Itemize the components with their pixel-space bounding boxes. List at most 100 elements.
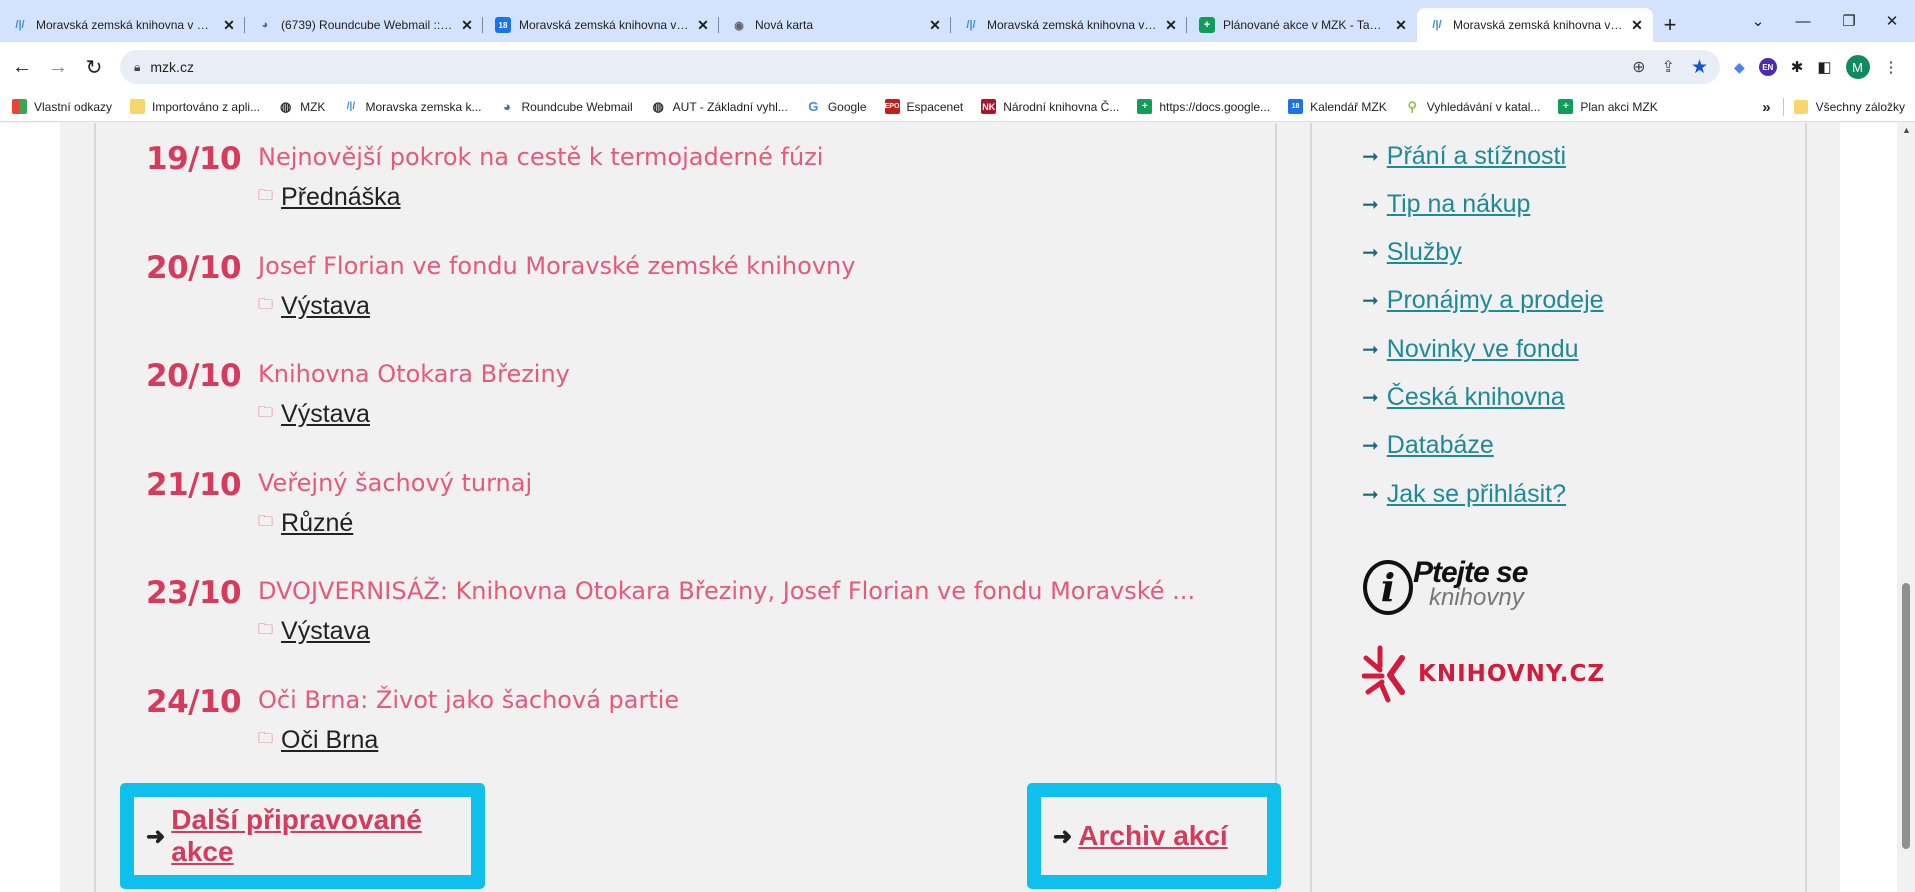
scrollbar-thumb[interactable]: [1902, 583, 1910, 849]
category-link[interactable]: Výstava: [281, 617, 370, 646]
reload-icon[interactable]: ↻: [80, 53, 108, 81]
category-link[interactable]: Oči Brna: [281, 726, 378, 755]
close-window-icon[interactable]: ✕: [1869, 0, 1915, 42]
bookmark-item[interactable]: ◕ Roundcube Webmail: [499, 99, 633, 114]
bookmark-item[interactable]: EPO Espacenet: [884, 99, 963, 114]
more-events-link[interactable]: Další připravované akce: [171, 804, 471, 868]
menu-kebab-icon[interactable]: ⋮: [1884, 58, 1899, 76]
sidebar-link[interactable]: ➞ Česká knihovna: [1362, 383, 1565, 412]
event-title[interactable]: Nejnovější pokrok na cestě k termojadern…: [258, 143, 823, 171]
event-title[interactable]: Josef Florian ve fondu Moravské zemské k…: [258, 252, 855, 280]
more-events-button[interactable]: ➜ Další připravované akce: [120, 783, 485, 889]
bookmark-label: Google: [827, 99, 867, 114]
scroll-up-icon[interactable]: ▲: [1902, 125, 1911, 135]
sidebar-link-label[interactable]: Česká knihovna: [1387, 383, 1565, 412]
close-tab-icon[interactable]: ✕: [1629, 17, 1645, 34]
sidebar-link[interactable]: ➞ Tip na nákup: [1362, 190, 1530, 219]
browser-tab[interactable]: 18 Moravská zemská knihovna v Brně ✕: [483, 8, 719, 42]
mzk-logo-icon: /|/: [966, 19, 976, 31]
category-link[interactable]: Přednáška: [281, 183, 401, 212]
all-bookmarks-button[interactable]: Všechny záložky: [1816, 100, 1905, 114]
profile-avatar[interactable]: M: [1845, 55, 1870, 79]
sidebar-link[interactable]: ➞ Databáze: [1362, 431, 1494, 460]
translate-extension-icon[interactable]: EN: [1758, 58, 1777, 76]
event-date: 20/10: [146, 358, 242, 394]
sheets-icon: +: [1199, 17, 1215, 33]
close-tab-icon[interactable]: ✕: [221, 17, 237, 34]
sidebar-link-label[interactable]: Novinky ve fondu: [1387, 335, 1579, 364]
bookmark-label: https://docs.google...: [1159, 99, 1271, 114]
bookmark-star-icon[interactable]: ★: [1691, 56, 1708, 79]
side-panel-icon[interactable]: ◧: [1817, 58, 1831, 76]
bookmark-item[interactable]: ◍ AUT - Základní vyhl...: [651, 99, 788, 114]
bookmark-folder[interactable]: Importováno z apli...: [130, 99, 260, 114]
category-link[interactable]: Výstava: [281, 400, 370, 429]
bookmark-label: AUT - Základní vyhl...: [672, 99, 788, 114]
ptejte-se-knihovny-logo[interactable]: i Ptejte se knihovny: [1363, 556, 1553, 621]
minimize-icon[interactable]: —: [1780, 0, 1826, 42]
tab-search-icon[interactable]: ⌄: [1735, 0, 1781, 42]
bookmark-label: Vyhledávání v katal...: [1426, 99, 1541, 114]
address-bar[interactable]: 🔒︎ mzk.cz ⊕ ⇪ ★: [120, 50, 1720, 84]
more-bookmarks-button[interactable]: »: [1762, 99, 1770, 116]
event-title[interactable]: Oči Brna: Život jako šachová partie: [258, 686, 679, 714]
tab-title: Moravská zemská knihovna v Brně: [1453, 18, 1623, 32]
sidebar-link[interactable]: ➞ Novinky ve fondu: [1362, 335, 1579, 364]
bookmark-item[interactable]: ⚲ Vyhledávání v katal...: [1405, 99, 1541, 114]
sidebar-link-label[interactable]: Jak se přihlásit?: [1387, 480, 1566, 509]
sidebar-link-label[interactable]: Tip na nákup: [1387, 190, 1531, 219]
share-icon[interactable]: ⇪: [1662, 57, 1675, 77]
bookmark-item[interactable]: G Google: [806, 99, 867, 114]
search-leaf-icon: ⚲: [1407, 98, 1418, 114]
browser-tab[interactable]: ◕ (6739) Roundcube Webmail :: Příchozí ✕: [245, 8, 483, 42]
browser-tab[interactable]: ◉ Nová karta ✕: [719, 8, 951, 42]
category-link[interactable]: Výstava: [281, 292, 370, 321]
close-tab-icon[interactable]: ✕: [1163, 17, 1179, 34]
sidebar-link[interactable]: ➞ Pronájmy a prodeje: [1362, 286, 1604, 315]
bookmark-item[interactable]: + https://docs.google...: [1137, 99, 1270, 114]
new-tab-button[interactable]: +: [1653, 8, 1687, 42]
event-title[interactable]: DVOJVERNISÁŽ: Knihovna Otokara Březiny, …: [258, 577, 1195, 605]
restore-icon[interactable]: ❐: [1826, 0, 1872, 42]
bookmark-item[interactable]: NK Národní knihovna Č...: [981, 99, 1119, 114]
sidebar-link-label[interactable]: Pronájmy a prodeje: [1387, 286, 1604, 315]
archive-link[interactable]: Archiv akcí: [1078, 820, 1227, 852]
bookmark-item[interactable]: 18 Kalendář MZK: [1288, 99, 1387, 114]
page-scrollbar[interactable]: ▲: [1897, 123, 1915, 892]
sidebar-link-label[interactable]: Přání a stížnosti: [1387, 142, 1566, 171]
close-tab-icon[interactable]: ✕: [695, 17, 711, 34]
folder-icon: 🗀︎: [258, 187, 274, 204]
roundcube-icon: ◕: [503, 99, 511, 114]
apps-grid-icon: [12, 99, 27, 114]
event-title[interactable]: Veřejný šachový turnaj: [258, 469, 532, 497]
lock-icon[interactable]: 🔒︎: [134, 60, 140, 75]
extensions-puzzle-icon[interactable]: ✱: [1791, 58, 1804, 76]
extension-gem-icon[interactable]: ◆: [1734, 59, 1745, 76]
event-title[interactable]: Knihovna Otokara Březiny: [258, 360, 570, 388]
bookmark-item[interactable]: /|/ Moravska zemska k...: [343, 99, 482, 114]
sidebar-link[interactable]: ➞ Jak se přihlásit?: [1362, 480, 1566, 509]
browser-tab[interactable]: /|/ Moravská zemská knihovna v Brně ✕: [0, 8, 245, 42]
sidebar-link-label[interactable]: Databáze: [1387, 431, 1494, 460]
bookmark-item[interactable]: Vlastní odkazy: [12, 99, 112, 114]
back-icon[interactable]: ←: [8, 53, 36, 81]
zoom-icon[interactable]: ⊕: [1632, 57, 1645, 77]
bookmark-item[interactable]: + Plan akci MZK: [1558, 99, 1658, 114]
close-tab-icon[interactable]: ✕: [1393, 17, 1409, 34]
sidebar-link[interactable]: ➞ Služby: [1362, 238, 1462, 267]
bookmark-item[interactable]: ◍ MZK: [278, 99, 326, 114]
calendar-icon: 18: [495, 17, 511, 33]
knihovny-cz-logo[interactable]: KNIHOVNY.CZ: [1362, 644, 1605, 704]
forward-icon[interactable]: →: [44, 53, 72, 81]
close-tab-icon[interactable]: ✕: [459, 17, 475, 34]
category-link[interactable]: Různé: [281, 509, 353, 538]
close-tab-icon[interactable]: ✕: [927, 17, 943, 34]
browser-tab[interactable]: /|/ Moravská zemská knihovna v Brně ✕: [951, 8, 1187, 42]
url-text[interactable]: mzk.cz: [150, 59, 194, 75]
browser-tab[interactable]: + Plánované akce v MZK - Tabulky ✕: [1187, 8, 1417, 42]
bookmarks-bar: Vlastní odkazy Importováno z apli... ◍ M…: [0, 92, 1915, 122]
browser-tab-active[interactable]: /|/ Moravská zemská knihovna v Brně ✕: [1417, 8, 1653, 42]
sidebar-link-label[interactable]: Služby: [1387, 238, 1462, 267]
sidebar-link[interactable]: ➞ Přání a stížnosti: [1362, 142, 1566, 171]
archive-button[interactable]: ➜ Archiv akcí: [1027, 783, 1281, 889]
